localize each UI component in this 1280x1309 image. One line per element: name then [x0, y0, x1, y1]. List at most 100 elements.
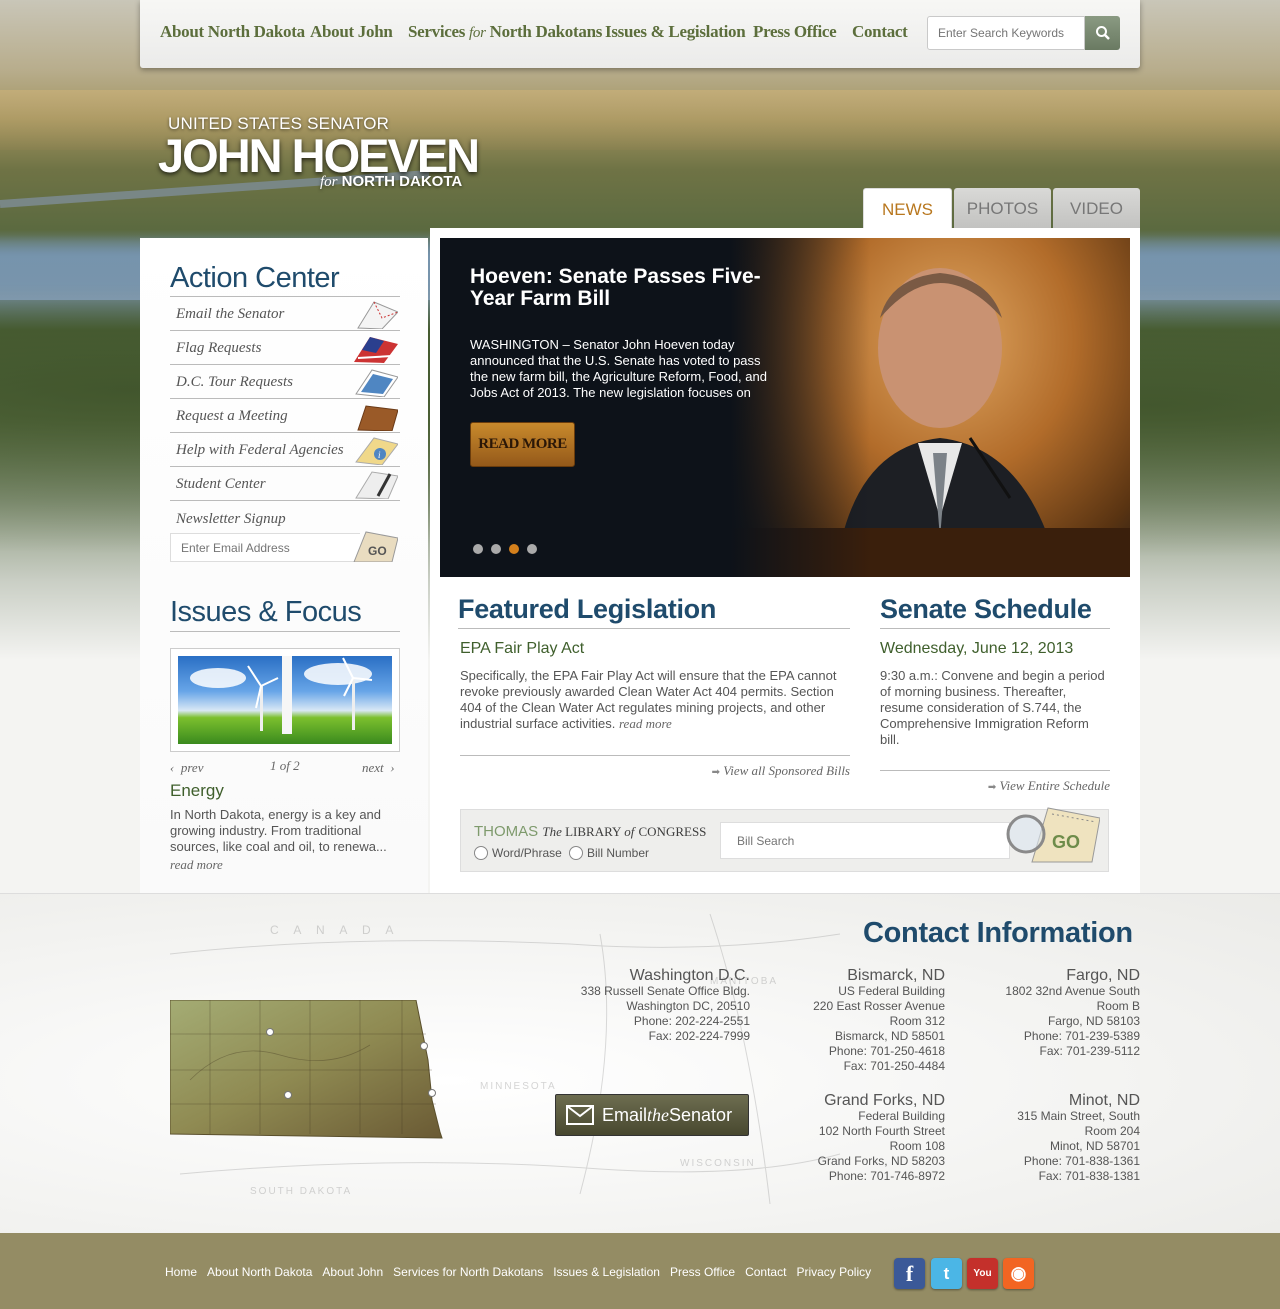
nav-contact[interactable]: Contact — [852, 22, 908, 42]
radio-circle[interactable] — [569, 846, 583, 860]
footer-link-contact[interactable]: Contact — [745, 1265, 786, 1279]
office-line: Minot, ND 58701 — [1049, 1139, 1140, 1153]
twitter-icon[interactable]: t — [931, 1258, 962, 1289]
office-line: 1802 32nd Avenue South — [1005, 984, 1140, 998]
featured-bill-summary: Specifically, the EPA Fair Play Act will… — [460, 668, 852, 732]
issues-prev-button[interactable]: ‹ prev — [170, 760, 203, 776]
info-icon: i — [355, 437, 398, 465]
footer-link-press-office[interactable]: Press Office — [670, 1265, 735, 1279]
view-entire-schedule-link[interactable]: ➡ View Entire Schedule — [880, 778, 1110, 794]
map-marker-fargo[interactable] — [428, 1089, 436, 1097]
radio-word-phrase-label: Word/Phrase — [492, 846, 562, 860]
office-grand-forks: Grand Forks, ND Federal Building 102 Nor… — [760, 1092, 945, 1184]
radio-word-phrase[interactable]: Word/Phrase — [474, 846, 562, 860]
map-label-minnesota: MINNESOTA — [480, 1081, 557, 1092]
left-sidebar: Action Center Email the Senator Flag Req… — [140, 238, 428, 893]
facebook-icon[interactable]: f — [894, 1258, 925, 1289]
envelope-icon — [357, 301, 398, 329]
action-center-title: Action Center — [170, 262, 340, 294]
nav-services[interactable]: Services for North Dakotans — [408, 22, 602, 42]
logo-line-state: for NORTH DAKOTA — [320, 173, 462, 191]
tab-photos[interactable]: PHOTOS — [954, 188, 1051, 230]
tab-video[interactable]: VIDEO — [1053, 188, 1140, 230]
office-line: Room B — [1096, 999, 1140, 1013]
featured-read-more-link[interactable]: read more — [619, 716, 672, 731]
action-item-dc-tour[interactable]: D.C. Tour Requests — [170, 365, 400, 399]
footer-link-issues-legislation[interactable]: Issues & Legislation — [553, 1265, 660, 1279]
action-item-label: Student Center — [176, 476, 266, 492]
footer-link-home[interactable]: Home — [165, 1265, 197, 1279]
office-line: Fax: 701-250-4484 — [843, 1059, 945, 1073]
nav-issues-legislation[interactable]: Issues & Legislation — [605, 22, 746, 42]
newsletter-email-input[interactable] — [170, 533, 360, 562]
nav-about-john[interactable]: About John — [310, 22, 393, 42]
site-logo[interactable]: UNITED STATES SENATOR JOHN HOEVEN for NO… — [158, 112, 488, 197]
map-marker-minot[interactable] — [266, 1028, 274, 1036]
issues-focus-image-frame[interactable] — [170, 648, 400, 752]
search-button[interactable] — [1085, 16, 1120, 50]
office-city: Washington D.C. — [629, 967, 750, 984]
office-line: US Federal Building — [838, 984, 945, 998]
map-label-wisconsin: WISCONSIN — [680, 1158, 756, 1169]
search-input[interactable] — [927, 16, 1085, 50]
action-center-list: Email the Senator Flag Requests D.C. Tou… — [170, 296, 400, 501]
office-fargo: Fargo, ND 1802 32nd Avenue South Room B … — [960, 967, 1140, 1059]
issues-focus-title: Issues & Focus — [170, 596, 362, 628]
action-item-federal-agencies[interactable]: Help with Federal Agencies i — [170, 433, 400, 467]
arrow-right-icon: ➡ — [987, 782, 997, 793]
office-line: 315 Main Street, South — [1017, 1109, 1140, 1123]
logo-for: for — [320, 174, 338, 190]
issues-read-more-link[interactable]: read more — [170, 857, 223, 873]
office-line: 220 East Rosser Avenue — [813, 999, 945, 1013]
footer-link-about-john[interactable]: About John — [322, 1265, 383, 1279]
schedule-summary: 9:30 a.m.: Convene and begin a period of… — [880, 668, 1105, 747]
wind-turbine-drawing — [190, 656, 373, 734]
rss-icon[interactable]: ◉ — [1003, 1258, 1034, 1289]
issues-next-button[interactable]: next › — [362, 760, 395, 776]
slider-dot-4[interactable] — [527, 544, 537, 554]
tab-news[interactable]: NEWS — [863, 188, 952, 230]
pencil-icon — [355, 471, 398, 499]
radio-circle[interactable] — [474, 846, 488, 860]
map-label-canada: C A N A D A — [270, 923, 399, 937]
contact-information-title: Contact Information — [863, 917, 1133, 949]
action-item-request-meeting[interactable]: Request a Meeting — [170, 399, 400, 433]
north-dakota-map[interactable] — [170, 1000, 445, 1142]
logo-state: NORTH DAKOTA — [337, 173, 463, 190]
senate-schedule-divider — [880, 628, 1110, 629]
action-item-flag-requests[interactable]: Flag Requests — [170, 331, 400, 365]
map-marker-bismarck[interactable] — [284, 1091, 292, 1099]
radio-bill-number[interactable]: Bill Number — [569, 846, 649, 860]
footer-link-privacy-policy[interactable]: Privacy Policy — [796, 1265, 871, 1279]
email-senator-button[interactable]: Email the Senator — [555, 1094, 749, 1136]
slider-dot-1[interactable] — [473, 544, 483, 554]
footer-link-about-north-dakota[interactable]: About North Dakota — [207, 1265, 312, 1279]
footer-link-services[interactable]: Services for North Dakotans — [393, 1265, 543, 1279]
bill-search-input[interactable] — [720, 822, 1010, 859]
flag-icon — [354, 337, 398, 363]
issues-summary: In North Dakota, energy is a key and gro… — [170, 807, 387, 854]
office-city: Fargo, ND — [1066, 967, 1140, 984]
nav-press-office[interactable]: Press Office — [753, 22, 837, 42]
action-item-label: Email the Senator — [176, 306, 285, 322]
map-marker-grand-forks[interactable] — [420, 1042, 428, 1050]
youtube-icon[interactable]: You — [967, 1258, 998, 1289]
bill-search-go-button[interactable]: GO — [1004, 804, 1100, 864]
featured-bill-title[interactable]: EPA Fair Play Act — [460, 640, 584, 658]
thomas-library: LIBRARY — [561, 824, 625, 839]
slide-read-more-button[interactable]: READ MORE — [470, 422, 575, 467]
news-slider: Hoeven: Senate Passes Five-Year Farm Bil… — [440, 238, 1130, 577]
slide-summary: WASHINGTON – Senator John Hoeven today a… — [470, 337, 767, 400]
nav-about-north-dakota[interactable]: About North Dakota — [160, 22, 305, 42]
action-item-email-senator[interactable]: Email the Senator — [170, 297, 400, 331]
view-sponsored-bills-link[interactable]: ➡ View all Sponsored Bills — [600, 763, 850, 779]
slide-title[interactable]: Hoeven: Senate Passes Five-Year Farm Bil… — [470, 266, 790, 310]
slider-dot-2[interactable] — [491, 544, 501, 554]
office-line: Bismarck, ND 58501 — [834, 1029, 945, 1043]
newsletter-go-button[interactable]: GO — [352, 530, 398, 562]
photo-icon — [355, 369, 398, 397]
slider-dot-3[interactable] — [509, 544, 519, 554]
issues-heading: Energy — [170, 781, 224, 800]
newsletter-label: Newsletter Signup — [176, 511, 286, 527]
action-item-student-center[interactable]: Student Center — [170, 467, 400, 501]
